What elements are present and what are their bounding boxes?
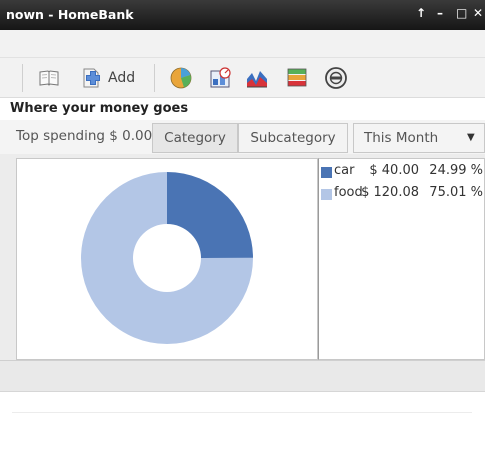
legend-amount: $ 120.08 (361, 185, 419, 200)
donut-slice-car[interactable] (167, 172, 253, 258)
trend-report-button[interactable] (245, 66, 269, 90)
vehicle-cost-report-button[interactable] (324, 66, 348, 90)
category-toggle-button[interactable]: Category (152, 123, 238, 153)
period-value: This Month (364, 130, 439, 146)
pie-chart-icon (170, 67, 192, 89)
period-dropdown[interactable]: This Month ▼ (353, 123, 485, 153)
desktop-background (0, 392, 485, 468)
vehicle-cost-icon (325, 67, 347, 89)
legend-swatch (321, 189, 332, 200)
book-button[interactable] (38, 66, 60, 90)
book-icon (39, 70, 59, 86)
add-transaction-button[interactable] (80, 66, 102, 90)
add-button-label[interactable]: Add (108, 70, 135, 86)
window-minimize-button[interactable]: – (437, 6, 443, 20)
chevron-down-icon: ▼ (467, 132, 475, 143)
top-spending-label: Top spending $ 0.00 (16, 128, 153, 144)
legend-category: food (334, 185, 363, 200)
donut-chart (81, 172, 254, 344)
window-title: nown - HomeBank (6, 7, 134, 22)
budget-icon (210, 67, 231, 88)
legend-percentage: 75.01 % (429, 185, 483, 200)
window-titlebar: nown - HomeBank ↑ – □ ✕ (0, 0, 485, 30)
toolbar: Add (0, 58, 485, 98)
legend-percentage: 24.99 % (429, 163, 483, 178)
chart-legend: car $ 40.00 24.99 % food $ 120.08 75.01 % (318, 158, 485, 360)
menubar (0, 30, 485, 58)
toolbar-separator (154, 64, 155, 92)
legend-row[interactable]: food $ 120.08 75.01 % (321, 184, 485, 204)
report-content: car $ 40.00 24.99 % food $ 120.08 75.01 % (0, 154, 485, 360)
legend-amount: $ 40.00 (369, 163, 419, 178)
toolbar-separator (22, 64, 23, 92)
divider (12, 412, 472, 413)
window-maximize-button[interactable]: □ (456, 6, 467, 20)
statistics-report-button[interactable] (169, 66, 193, 90)
trend-chart-icon (247, 71, 267, 88)
legend-row[interactable]: car $ 40.00 24.99 % (321, 162, 485, 182)
legend-category: car (334, 163, 355, 178)
subcategory-toggle-button[interactable]: Subcategory (238, 123, 348, 153)
balance-icon (287, 68, 307, 87)
filter-bar: Top spending $ 0.00 Category Subcategory… (0, 120, 485, 154)
chart-area (16, 158, 318, 360)
window-raise-button[interactable]: ↑ (416, 6, 426, 20)
budget-report-button[interactable] (209, 66, 233, 90)
add-transaction-icon (83, 68, 100, 88)
statusbar (0, 360, 485, 392)
section-title: Where your money goes (10, 101, 189, 116)
balance-report-button[interactable] (286, 66, 308, 90)
legend-swatch (321, 167, 332, 178)
window-close-button[interactable]: ✕ (473, 6, 483, 20)
